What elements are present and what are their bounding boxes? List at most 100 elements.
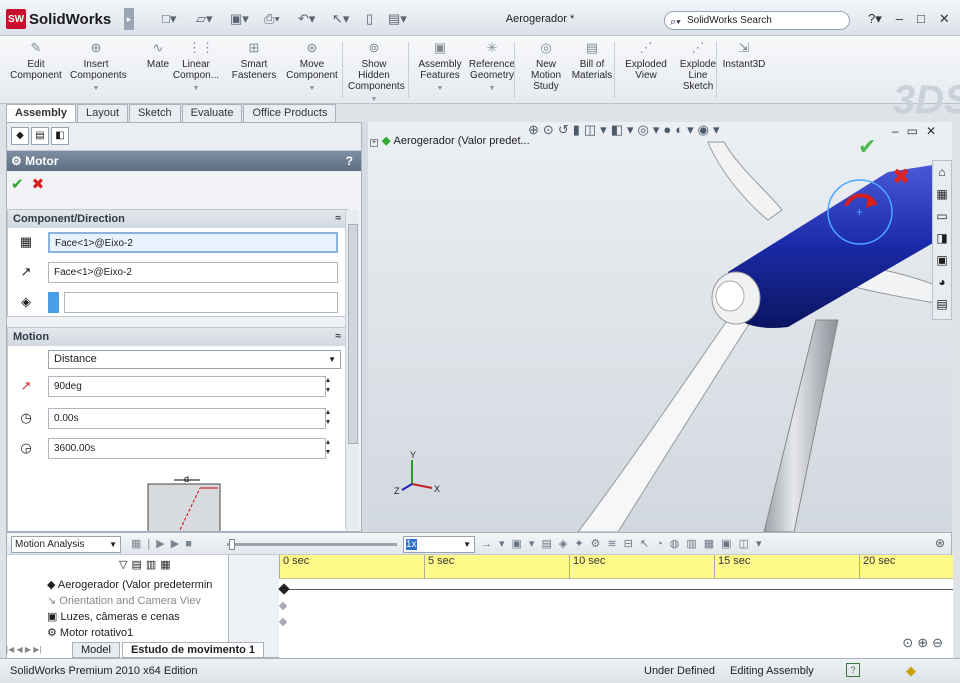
smart-fasteners-button[interactable]: ⊞ Smart Fasteners bbox=[228, 40, 280, 81]
config-manager-tab-icon[interactable]: ◧ bbox=[51, 127, 69, 145]
time-ruler[interactable]: 0 sec 5 sec 10 sec 15 sec 20 sec bbox=[279, 555, 953, 579]
search-input[interactable]: ⌕▾ SolidWorks Search bbox=[664, 11, 850, 30]
tab-evaluate[interactable]: Evaluate bbox=[181, 104, 243, 122]
slider-knob[interactable] bbox=[229, 539, 235, 550]
solidworks-logo[interactable]: SW SolidWorks bbox=[6, 8, 122, 30]
exploded-view-button[interactable]: ⋰ Exploded View bbox=[620, 40, 672, 81]
collapse-motion-icon[interactable]: ⊛ bbox=[935, 536, 945, 550]
show-hidden-button[interactable]: ⊚ Show Hidden Components ▼ bbox=[348, 40, 405, 105]
appearances-icon[interactable]: ▣ bbox=[933, 249, 951, 271]
contact-icon[interactable]: ◔ bbox=[656, 538, 670, 550]
collapse-icon[interactable]: ≈ bbox=[336, 328, 342, 346]
collapse-icon[interactable]: ≈ bbox=[336, 210, 342, 228]
play-from-start-icon[interactable]: |▶ bbox=[147, 538, 170, 550]
start-time-spinner[interactable]: ▲ ▼ bbox=[323, 408, 333, 428]
chevron-down-icon[interactable]: ▼ bbox=[286, 83, 338, 94]
ok-icon[interactable]: ✔ bbox=[11, 176, 24, 193]
key-point[interactable] bbox=[278, 617, 288, 627]
chevron-down-icon[interactable]: ▼ bbox=[348, 94, 400, 105]
open-file-icon[interactable]: ▱▾ bbox=[196, 10, 213, 28]
save-icon[interactable]: ▣▾ bbox=[230, 10, 249, 28]
motion-study-button[interactable]: ◎ New Motion Study bbox=[520, 40, 572, 92]
assembly-features-button[interactable]: ▣ Assembly Features ▼ bbox=[414, 40, 466, 94]
filter-animated-icon[interactable]: ▤ bbox=[131, 559, 145, 571]
study-properties-icon[interactable]: ▦ bbox=[704, 538, 721, 550]
tab-office-products[interactable]: Office Products bbox=[243, 104, 337, 122]
chevron-down-icon[interactable]: ▼ bbox=[414, 83, 466, 94]
motor-tool-icon[interactable]: ⚙ bbox=[591, 538, 608, 550]
duration-field[interactable]: 3600.00s bbox=[48, 438, 326, 459]
calculate-icon[interactable]: ▦ bbox=[131, 538, 147, 550]
zoom-in-icon[interactable]: ⊕ bbox=[917, 635, 932, 650]
playback-mode-icon[interactable]: →▾ bbox=[481, 538, 512, 550]
motion-tree-item[interactable]: ◆ Aerogerador (Valor predetermin bbox=[7, 577, 228, 593]
damper-icon[interactable]: ⊟ bbox=[624, 538, 640, 550]
zoom-out-icon[interactable]: ⊖ bbox=[932, 635, 947, 650]
cancel-icon[interactable]: ✖ bbox=[32, 176, 45, 193]
scroll-thumb[interactable] bbox=[348, 224, 358, 444]
gravity-icon[interactable]: ◍ bbox=[670, 538, 687, 550]
new-file-icon[interactable]: □▾ bbox=[162, 10, 176, 28]
chevron-down-icon[interactable]: ▼ bbox=[466, 83, 518, 94]
timeline[interactable]: 0 sec 5 sec 10 sec 15 sec 20 sec ⊙⊕⊖ bbox=[278, 555, 953, 659]
component-field[interactable] bbox=[64, 292, 338, 313]
home-icon[interactable]: ⌂ bbox=[933, 161, 951, 183]
maximize-icon[interactable]: □ bbox=[917, 11, 925, 27]
rebuild-icon[interactable]: ▯ bbox=[366, 10, 373, 28]
spring-icon[interactable]: ≋ bbox=[607, 538, 623, 550]
filter-icon[interactable]: ▽ bbox=[119, 559, 131, 571]
chevron-down-icon[interactable]: ▼ bbox=[170, 83, 222, 94]
bom-button[interactable]: ▤ Bill of Materials bbox=[566, 40, 618, 81]
scenes-icon[interactable]: ◕ bbox=[933, 271, 951, 293]
motion-tree-item[interactable]: ⚙ Motor rotativo1 bbox=[7, 625, 228, 641]
rebuild-status-icon[interactable]: ◆ bbox=[906, 659, 916, 683]
tab-motion-study[interactable]: Estudo de movimento 1 bbox=[121, 642, 265, 658]
minimize-icon[interactable]: – bbox=[896, 11, 903, 27]
direction-icon[interactable]: ↗ bbox=[16, 262, 36, 282]
playback-speed-select[interactable]: 1x ▼ bbox=[403, 536, 475, 553]
design-library-icon[interactable]: ▦ bbox=[933, 183, 951, 205]
playback-slider[interactable] bbox=[227, 539, 397, 550]
tab-nav-arrows[interactable]: |◀ ◀ ▶ ▶| bbox=[6, 642, 70, 658]
filter-driving-icon[interactable]: ▥ bbox=[146, 559, 160, 571]
collapse-icon[interactable]: ▣ bbox=[721, 538, 738, 550]
reference-geometry-button[interactable]: ✳ Reference Geometry ▼ bbox=[466, 40, 518, 94]
file-explorer-icon[interactable]: ▭ bbox=[933, 205, 951, 227]
displacement-spinner[interactable]: ▲ ▼ bbox=[323, 376, 333, 396]
key-point[interactable] bbox=[278, 583, 290, 595]
key-point[interactable] bbox=[278, 601, 288, 611]
select-icon[interactable]: ↖▾ bbox=[332, 10, 349, 28]
property-manager-tab-icon[interactable]: ▤ bbox=[31, 127, 49, 145]
motor-location-field[interactable]: Face<1>@Eixo-2 bbox=[48, 232, 338, 253]
logo-menu-arrow[interactable]: ▸ bbox=[124, 8, 134, 30]
autokey-icon[interactable]: ◈ bbox=[559, 538, 574, 550]
view-palette-icon[interactable]: ◨ bbox=[933, 227, 951, 249]
tab-assembly[interactable]: Assembly bbox=[6, 104, 76, 122]
motion-type-select[interactable]: Distance ▼ bbox=[48, 350, 341, 369]
filter-selected-icon[interactable]: ▦ bbox=[160, 559, 174, 571]
zoom-to-fit-icon[interactable]: ⊙ bbox=[902, 635, 917, 650]
motion-tree-item[interactable]: ↘ Orientation and Camera Viev bbox=[7, 593, 228, 609]
save-animation-icon[interactable]: ▣▾ bbox=[512, 538, 542, 550]
edit-component-button[interactable]: ✎ Edit Component bbox=[10, 40, 62, 81]
feature-tree-tab-icon[interactable]: ◆ bbox=[11, 127, 29, 145]
start-time-field[interactable]: 0.00s bbox=[48, 408, 326, 429]
play-icon[interactable]: ▶ bbox=[171, 538, 185, 550]
instant3d-button[interactable]: ⇲ Instant3D bbox=[718, 40, 770, 70]
graphics-area[interactable]: ⊕⊙↺▮◫▾◧▾◎▾●◐▾◉▾ –▭✕ + ◆ Aerogerador (Valo… bbox=[368, 122, 952, 532]
undo-icon[interactable]: ↶▾ bbox=[298, 10, 315, 28]
move-component-button[interactable]: ⊛ Move Component ▼ bbox=[286, 40, 338, 94]
insert-components-button[interactable]: ⊕ Insert Components ▼ bbox=[70, 40, 127, 94]
chevron-down-icon[interactable]: ▼ bbox=[70, 83, 122, 94]
force-icon[interactable]: ↖ bbox=[640, 538, 656, 550]
motor-direction-field[interactable]: Face<1>@Eixo-2 bbox=[48, 262, 338, 283]
options-icon[interactable]: ▤▾ bbox=[388, 10, 407, 28]
results-icon[interactable]: ▥ bbox=[686, 538, 703, 550]
motion-options-icon[interactable]: ◫▾ bbox=[739, 538, 769, 550]
close-icon[interactable]: ✕ bbox=[939, 11, 950, 27]
help-menu-icon[interactable]: ?▾ bbox=[868, 11, 882, 27]
animation-wizard-icon[interactable]: ▤ bbox=[541, 538, 558, 550]
tab-layout[interactable]: Layout bbox=[76, 104, 129, 122]
quick-tips-icon[interactable]: ? bbox=[846, 663, 860, 677]
tab-sketch[interactable]: Sketch bbox=[129, 104, 181, 122]
